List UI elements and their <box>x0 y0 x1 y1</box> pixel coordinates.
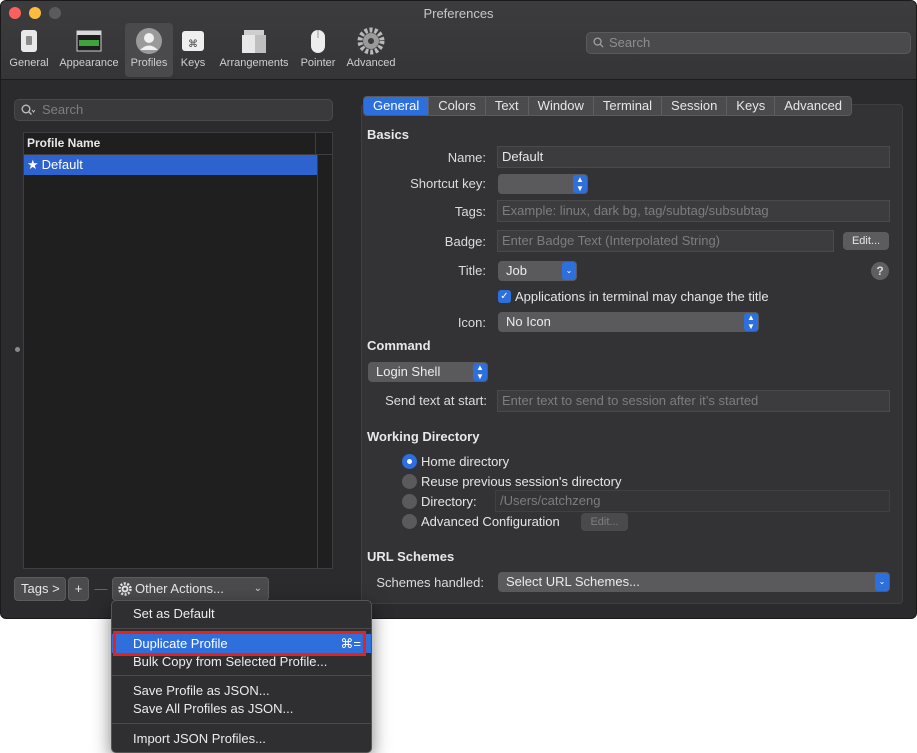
add-profile-button[interactable]: + <box>68 577 89 601</box>
shortcut-key-popup[interactable]: ▲ ▼ <box>498 174 588 194</box>
advanced-config-radio[interactable] <box>402 514 417 529</box>
general-switch-icon <box>21 30 37 52</box>
tab-window[interactable]: Window <box>529 97 594 115</box>
appearance-window-icon <box>76 30 102 52</box>
allow-title-change-label: Applications in terminal may change the … <box>515 289 769 304</box>
help-button[interactable]: ? <box>871 262 889 280</box>
command-heading: Command <box>367 338 431 353</box>
preferences-window: Preferences General Appearance Profiles <box>0 0 917 619</box>
icon-label: Icon: <box>457 315 486 330</box>
annotation-highlight-box <box>113 631 366 656</box>
directory-label: Directory: <box>421 494 477 509</box>
tab-keys[interactable]: Keys <box>727 97 776 115</box>
tab-terminal[interactable]: Terminal <box>594 97 663 115</box>
menu-separator <box>112 723 371 724</box>
menu-item-set-as-default[interactable]: Set as Default <box>112 604 371 623</box>
badge-label: Badge: <box>444 234 486 249</box>
toolbar-advanced[interactable]: Advanced <box>344 23 398 77</box>
title-popup[interactable]: Job ⌄ <box>498 261 577 281</box>
toolbar: Preferences General Appearance Profiles <box>1 1 916 80</box>
schemes-handled-label: Schemes handled: <box>376 575 484 590</box>
advanced-gear-icon <box>357 27 385 55</box>
search-icon <box>593 37 604 48</box>
toolbar-search-input[interactable]: Search <box>586 32 911 54</box>
working-directory-heading: Working Directory <box>367 429 480 444</box>
advanced-config-label: Advanced Configuration <box>421 514 560 529</box>
tab-session[interactable]: Session <box>662 97 728 115</box>
profile-row-default[interactable]: ★ Default <box>24 155 318 175</box>
menu-separator <box>112 675 371 676</box>
send-text-field[interactable]: Enter text to send to session after it’s… <box>497 390 890 412</box>
basics-heading: Basics <box>367 127 409 142</box>
name-field[interactable]: Default <box>497 146 890 168</box>
toolbar-profiles[interactable]: Profiles <box>125 23 173 77</box>
svg-text:⌘: ⌘ <box>188 39 198 50</box>
chevron-down-icon: ⌄ <box>875 573 889 591</box>
profile-list: Profile Name ★ Default <box>23 132 333 569</box>
directory-radio[interactable] <box>402 494 417 509</box>
home-directory-radio[interactable] <box>402 454 417 469</box>
toolbar-arrangements[interactable]: Arrangements <box>216 23 292 77</box>
title-label: Title: <box>458 263 486 278</box>
gear-icon <box>118 582 132 596</box>
toolbar-pointer[interactable]: Pointer <box>297 23 339 77</box>
chevron-down-icon: ⌄ <box>253 583 262 594</box>
command-type-popup[interactable]: Login Shell ▲ ▼ <box>368 362 488 382</box>
toolbar-general[interactable]: General <box>7 23 51 77</box>
tab-colors[interactable]: Colors <box>429 97 486 115</box>
home-directory-label: Home directory <box>421 454 510 469</box>
profiles-person-icon <box>136 28 162 54</box>
reuse-directory-label: Reuse previous session's directory <box>421 474 622 489</box>
profile-name-column-header[interactable]: Profile Name <box>24 133 332 155</box>
send-text-label: Send text at start: <box>385 393 487 408</box>
chevron-down-icon: ⌄ <box>562 262 576 280</box>
keys-command-icon: ⌘ <box>182 31 204 51</box>
tab-text[interactable]: Text <box>486 97 529 115</box>
menu-item-save-all-profiles-json[interactable]: Save All Profiles as JSON... <box>112 699 371 718</box>
default-star-icon: ★ <box>27 157 39 172</box>
tab-advanced[interactable]: Advanced <box>775 97 851 115</box>
url-schemes-popup[interactable]: Select URL Schemes... ⌄ <box>498 572 890 592</box>
up-down-arrows-icon: ▲ ▼ <box>744 313 758 331</box>
reuse-directory-radio[interactable] <box>402 474 417 489</box>
advanced-config-edit-button[interactable]: Edit... <box>581 513 628 531</box>
menu-separator <box>112 628 371 629</box>
other-actions-button[interactable]: Other Actions... ⌄ <box>112 577 269 601</box>
directory-field[interactable]: /Users/catchzeng <box>495 490 890 512</box>
name-label: Name: <box>447 150 486 165</box>
toolbar-appearance[interactable]: Appearance <box>56 23 122 77</box>
search-icon <box>21 104 35 115</box>
allow-title-change-checkbox[interactable]: ✓ <box>498 290 511 303</box>
profile-list-scrollbar[interactable] <box>317 155 332 569</box>
tags-field[interactable]: Example: linux, dark bg, tag/subtag/subs… <box>497 200 890 222</box>
up-down-arrows-icon: ▲ ▼ <box>473 363 487 381</box>
profile-search-input[interactable]: Search <box>14 99 333 121</box>
remove-profile-button[interactable]: — <box>91 577 111 601</box>
toolbar-keys[interactable]: ⌘ Keys <box>177 23 209 77</box>
tags-label: Tags: <box>454 204 486 219</box>
tags-button[interactable]: Tags > <box>14 577 66 601</box>
profile-tabs: General Colors Text Window Terminal Sess… <box>363 96 853 116</box>
url-schemes-heading: URL Schemes <box>367 549 455 564</box>
other-actions-menu: Set as Default Duplicate Profile ⌘= Bulk… <box>111 600 372 753</box>
tab-general[interactable]: General <box>364 97 430 115</box>
window-title: Preferences <box>423 6 494 21</box>
arrangements-windows-icon <box>242 30 266 53</box>
profile-actions-bar: Tags > + — Other Actions... ⌄ <box>1 577 301 601</box>
icon-popup[interactable]: No Icon ▲ ▼ <box>498 312 759 332</box>
badge-edit-button[interactable]: Edit... <box>843 232 889 250</box>
menu-item-import-json-profiles[interactable]: Import JSON Profiles... <box>112 729 371 748</box>
up-down-arrows-icon: ▲ ▼ <box>573 175 587 193</box>
pointer-mouse-icon <box>311 30 325 53</box>
menu-item-save-profile-json[interactable]: Save Profile as JSON... <box>112 681 371 700</box>
badge-field[interactable]: Enter Badge Text (Interpolated String) <box>497 230 834 252</box>
shortcut-key-label: Shortcut key: <box>410 176 486 191</box>
split-view-handle[interactable] <box>15 347 20 352</box>
